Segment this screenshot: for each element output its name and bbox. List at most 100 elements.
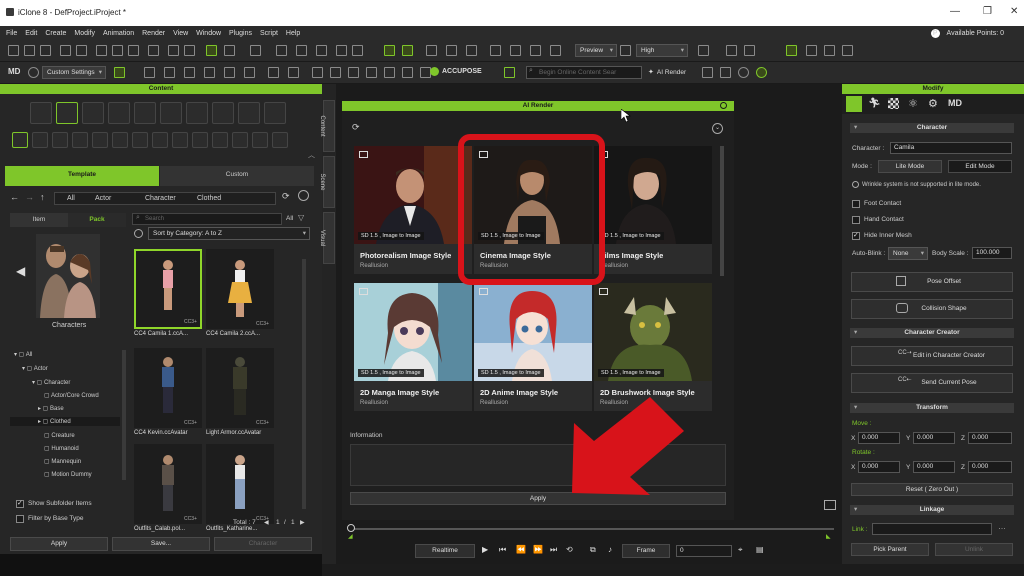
prev-pack-icon[interactable]: ◀	[16, 264, 25, 278]
pose-offset-button[interactable]: Pose Offset	[851, 272, 1013, 292]
tree-motion-dummy[interactable]: ▢ Motion Dummy	[44, 471, 92, 478]
reset-zero-out-button[interactable]: Reset ( Zero Out )	[851, 483, 1013, 496]
character-button[interactable]: Character	[214, 537, 312, 551]
forward-arrow-icon[interactable]: →	[25, 192, 34, 202]
scale-icon[interactable]	[276, 45, 287, 56]
runner-icon[interactable]: 🏃︎	[868, 98, 881, 109]
range-end-marker[interactable]: ◣	[826, 533, 831, 540]
puppet-icon[interactable]	[268, 67, 279, 78]
redo-icon[interactable]	[184, 45, 195, 56]
tree-clothed[interactable]: ▸ ▢ Clothed	[10, 417, 120, 426]
measure-icon[interactable]	[726, 45, 737, 56]
apply-button[interactable]: Apply	[10, 537, 108, 551]
rotate-x-input[interactable]: 0.000	[858, 461, 900, 473]
tab-template[interactable]: Template	[5, 166, 159, 186]
lite-mode-button[interactable]: Lite Mode	[878, 160, 942, 173]
timeline-icon[interactable]: ▤	[756, 545, 764, 554]
style-card-manga[interactable]: SD 1.5 , Image to Image 2D Manga Image S…	[354, 283, 472, 411]
hand-icon[interactable]	[402, 67, 413, 78]
play-icon[interactable]: ▶	[482, 545, 488, 554]
character-name-field[interactable]: Camila	[890, 142, 1012, 154]
breadcrumb-clothed[interactable]: Clothed	[197, 195, 221, 202]
md-icon[interactable]: MD	[948, 98, 962, 108]
next-key-icon[interactable]: ⏩	[533, 545, 543, 554]
frame-input[interactable]: 0	[676, 545, 732, 557]
gizmo-icon[interactable]	[744, 45, 755, 56]
save-icon[interactable]	[40, 45, 51, 56]
custom-settings-select[interactable]: Custom Settings	[42, 66, 106, 79]
home-icon[interactable]	[466, 45, 477, 56]
zoom-icon[interactable]	[510, 45, 521, 56]
refresh-icon[interactable]: ⟳	[352, 122, 360, 133]
fit-icon[interactable]	[490, 45, 501, 56]
visibility-icon[interactable]	[384, 45, 395, 56]
sound-icon[interactable]: ♪	[608, 545, 612, 554]
gear-icon[interactable]: ⚙	[928, 97, 938, 110]
key-icon[interactable]: ⧉	[590, 545, 596, 555]
link-field[interactable]	[872, 523, 992, 535]
sub-accessory-icon[interactable]	[112, 132, 128, 148]
motion-icon[interactable]	[184, 67, 195, 78]
export-image-icon[interactable]	[720, 67, 731, 78]
list-item[interactable]: CC3+ Light Armor.ccAvatar	[206, 348, 274, 438]
list-item[interactable]: CC3+ CC4 Camila 1.ccA...	[134, 249, 202, 339]
filter-icon[interactable]: ▽	[298, 213, 304, 222]
vtab-scene[interactable]: Scene	[319, 156, 335, 208]
expand-icon[interactable]: ⌄	[712, 123, 723, 134]
tree-actor[interactable]: ▾ ▢ Actor	[22, 365, 48, 372]
grid-scrollbar[interactable]	[302, 259, 306, 509]
sub-body-icon[interactable]	[32, 132, 48, 148]
breadcrumb-actor[interactable]: Actor	[95, 195, 111, 202]
show-subfolder-checkbox[interactable]	[16, 499, 24, 508]
tree-mannequin[interactable]: ▢ Mannequin	[44, 458, 81, 465]
sub-hair-icon[interactable]	[72, 132, 88, 148]
link-more-icon[interactable]: …	[998, 522, 1006, 531]
menu-window[interactable]: Window	[192, 30, 225, 37]
list-item[interactable]: CC3+ CC4 Kevin.ccAvatar	[134, 348, 202, 438]
pose-icon[interactable]	[164, 67, 175, 78]
page-next-icon[interactable]: ▶	[300, 519, 305, 526]
back-arrow-icon[interactable]: ←	[10, 192, 19, 202]
settings-dot-icon[interactable]	[28, 67, 39, 78]
tree-base[interactable]: ▸ ▢ Base	[38, 405, 64, 412]
send-pose-button[interactable]: Send Current Pose	[851, 373, 1013, 393]
style-card-photorealism[interactable]: SD 1.5 , Image to Image Photorealism Ima…	[354, 146, 472, 274]
rotate-icon[interactable]	[250, 45, 261, 56]
tree-humanoid[interactable]: ▢ Humanoid	[44, 445, 79, 452]
online-search-input[interactable]: ⌕ Begin Online Content Sear	[526, 66, 642, 79]
tab-custom[interactable]: Custom	[160, 166, 314, 186]
move-z-input[interactable]: 0.000	[968, 432, 1012, 444]
menu-create[interactable]: Create	[41, 30, 70, 37]
category-effect-icon[interactable]	[238, 102, 260, 124]
category-light-icon[interactable]	[212, 102, 234, 124]
maximize-icon[interactable]: ❐	[983, 6, 992, 17]
category-media-icon[interactable]	[160, 102, 182, 124]
target-icon[interactable]: ⌖	[738, 545, 743, 555]
pick-parent-button[interactable]: Pick Parent	[851, 543, 929, 556]
tree-character[interactable]: ▾ ▢ Character	[32, 379, 70, 386]
section-linkage[interactable]: Linkage	[850, 505, 1014, 515]
category-project-icon[interactable]	[30, 102, 52, 124]
stamp-icon[interactable]	[128, 45, 139, 56]
ik-icon[interactable]	[384, 67, 395, 78]
tree-creature[interactable]: ▢ Creature	[44, 432, 75, 439]
style-card-brushwork[interactable]: SD 1.5 , Image to Image 2D Brushwork Ima…	[594, 283, 712, 411]
list-item[interactable]: CC3+ CC4 Camila 2.ccA...	[206, 249, 274, 339]
available-points[interactable]: P Available Points: 0	[930, 28, 1008, 38]
checker-icon[interactable]	[888, 98, 899, 109]
ai-render-close-icon[interactable]	[720, 102, 727, 109]
edit-in-cc-button[interactable]: Edit in Character Creator	[851, 346, 1013, 366]
keys-icon[interactable]	[348, 67, 359, 78]
sliders-icon[interactable]	[846, 96, 862, 112]
layer-icon[interactable]	[330, 67, 341, 78]
cards-scrollbar[interactable]	[720, 146, 724, 276]
figure-icon[interactable]	[224, 67, 235, 78]
stop-icon[interactable]: ⏮	[499, 545, 506, 555]
import-icon[interactable]	[60, 45, 71, 56]
menu-view[interactable]: View	[169, 30, 192, 37]
grid-dots-icon[interactable]	[366, 67, 377, 78]
menu-render[interactable]: Render	[138, 30, 169, 37]
save-button[interactable]: Save...	[112, 537, 210, 551]
playhead-handle[interactable]	[347, 524, 355, 532]
autoblink-select[interactable]: None	[888, 247, 928, 260]
